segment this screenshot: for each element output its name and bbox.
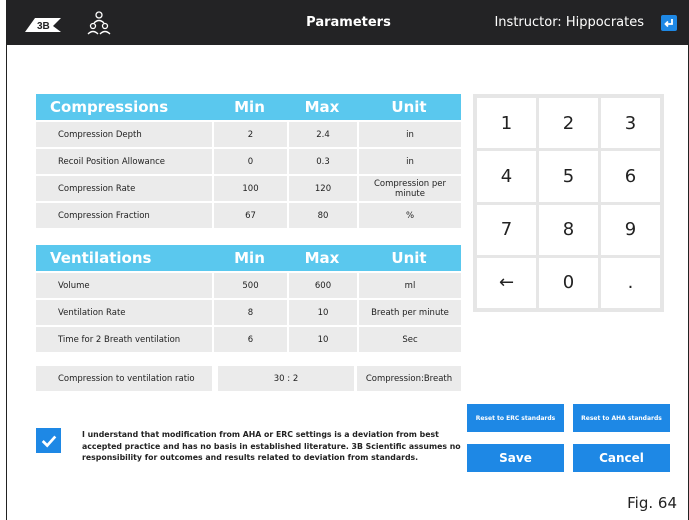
ventilations-table: Ventilations Min Max Unit Volume 500 600… bbox=[36, 245, 461, 352]
column-header: Unit bbox=[391, 249, 427, 267]
figure-label: Fig. 64 bbox=[627, 494, 677, 512]
column-header: Max bbox=[304, 249, 340, 267]
key-3[interactable]: 3 bbox=[601, 98, 660, 149]
ratio-row: Compression to ventilation ratio 30 : 2 … bbox=[36, 366, 461, 391]
key-8[interactable]: 8 bbox=[539, 204, 598, 255]
max-value-field[interactable]: 600 bbox=[287, 273, 357, 298]
unit-label: % bbox=[357, 203, 461, 228]
table-row: Time for 2 Breath ventilation 6 10 Sec bbox=[36, 325, 461, 352]
reset-erc-button[interactable]: Reset to ERC standards bbox=[467, 404, 564, 432]
table-row: Compression Fraction 67 80 % bbox=[36, 201, 461, 228]
min-value-field[interactable]: 100 bbox=[212, 176, 287, 201]
key-2[interactable]: 2 bbox=[539, 98, 598, 149]
param-label: Volume bbox=[58, 280, 90, 291]
param-label: Compression Depth bbox=[58, 129, 142, 140]
compressions-header: Compressions Min Max Unit bbox=[36, 94, 461, 120]
reset-aha-button[interactable]: Reset to AHA standards bbox=[573, 404, 670, 432]
key-5[interactable]: 5 bbox=[539, 151, 598, 202]
key-7[interactable]: 7 bbox=[477, 204, 536, 255]
table-row: Ventilation Rate 8 10 Breath per minute bbox=[36, 298, 461, 325]
max-value-field[interactable]: 120 bbox=[287, 176, 357, 201]
unit-label: in bbox=[357, 122, 461, 147]
max-value-field[interactable]: 2.4 bbox=[287, 122, 357, 147]
column-header: Ventilations bbox=[50, 249, 152, 267]
top-bar: 3B Parameters Instructor: Hippocrates bbox=[7, 0, 689, 45]
table-row: Compression Depth 2 2.4 in bbox=[36, 120, 461, 147]
min-value-field[interactable]: 0 bbox=[212, 149, 287, 174]
numeric-keypad: 1 2 3 4 5 6 7 8 9 ← 0 . bbox=[473, 94, 664, 312]
instructor-name: Instructor: Hippocrates bbox=[494, 15, 644, 30]
key-4[interactable]: 4 bbox=[477, 151, 536, 202]
unit-label: Sec bbox=[357, 327, 461, 352]
ratio-label: Compression to ventilation ratio bbox=[36, 366, 212, 391]
logout-icon[interactable] bbox=[661, 15, 677, 31]
max-value-field[interactable]: 10 bbox=[287, 300, 357, 325]
unit-label: Breath per minute bbox=[357, 300, 461, 325]
max-value-field[interactable]: 10 bbox=[287, 327, 357, 352]
key-0[interactable]: 0 bbox=[539, 257, 598, 308]
column-header: Min bbox=[234, 249, 265, 267]
min-value-field[interactable]: 67 bbox=[212, 203, 287, 228]
param-label: Compression Rate bbox=[58, 183, 136, 194]
ratio-unit: Compression:Breath bbox=[357, 366, 461, 391]
table-row: Recoil Position Allowance 0 0.3 in bbox=[36, 147, 461, 174]
table-row: Volume 500 600 ml bbox=[36, 271, 461, 298]
param-label: Time for 2 Breath ventilation bbox=[58, 334, 181, 345]
column-header: Unit bbox=[391, 98, 427, 116]
cancel-button[interactable]: Cancel bbox=[573, 444, 670, 472]
key-6[interactable]: 6 bbox=[601, 151, 660, 202]
column-header: Max bbox=[304, 98, 340, 116]
unit-label: Compression per minute bbox=[357, 176, 461, 201]
ratio-value-field[interactable]: 30 : 2 bbox=[218, 366, 354, 391]
column-header: Compressions bbox=[50, 98, 169, 116]
backspace-key[interactable]: ← bbox=[477, 257, 536, 308]
key-decimal[interactable]: . bbox=[601, 257, 660, 308]
unit-label: in bbox=[357, 149, 461, 174]
compressions-table: Compressions Min Max Unit Compression De… bbox=[36, 94, 461, 228]
min-value-field[interactable]: 6 bbox=[212, 327, 287, 352]
param-label: Recoil Position Allowance bbox=[58, 156, 166, 167]
max-value-field[interactable]: 0.3 bbox=[287, 149, 357, 174]
ventilations-header: Ventilations Min Max Unit bbox=[36, 245, 461, 271]
param-label: Ventilation Rate bbox=[58, 307, 126, 318]
column-header: Min bbox=[234, 98, 265, 116]
checkmark-icon bbox=[41, 435, 56, 447]
min-value-field[interactable]: 8 bbox=[212, 300, 287, 325]
param-label: Compression Fraction bbox=[58, 210, 150, 221]
table-row: Compression Rate 100 120 Compression per… bbox=[36, 174, 461, 201]
acknowledge-checkbox[interactable] bbox=[36, 428, 61, 453]
min-value-field[interactable]: 2 bbox=[212, 122, 287, 147]
max-value-field[interactable]: 80 bbox=[287, 203, 357, 228]
app-frame: 3B Parameters Instructor: Hippocrates Co… bbox=[6, 0, 689, 520]
disclaimer-text: I understand that modification from AHA … bbox=[82, 430, 461, 462]
unit-label: ml bbox=[357, 273, 461, 298]
key-1[interactable]: 1 bbox=[477, 98, 536, 149]
save-button[interactable]: Save bbox=[467, 444, 564, 472]
min-value-field[interactable]: 500 bbox=[212, 273, 287, 298]
key-9[interactable]: 9 bbox=[601, 204, 660, 255]
